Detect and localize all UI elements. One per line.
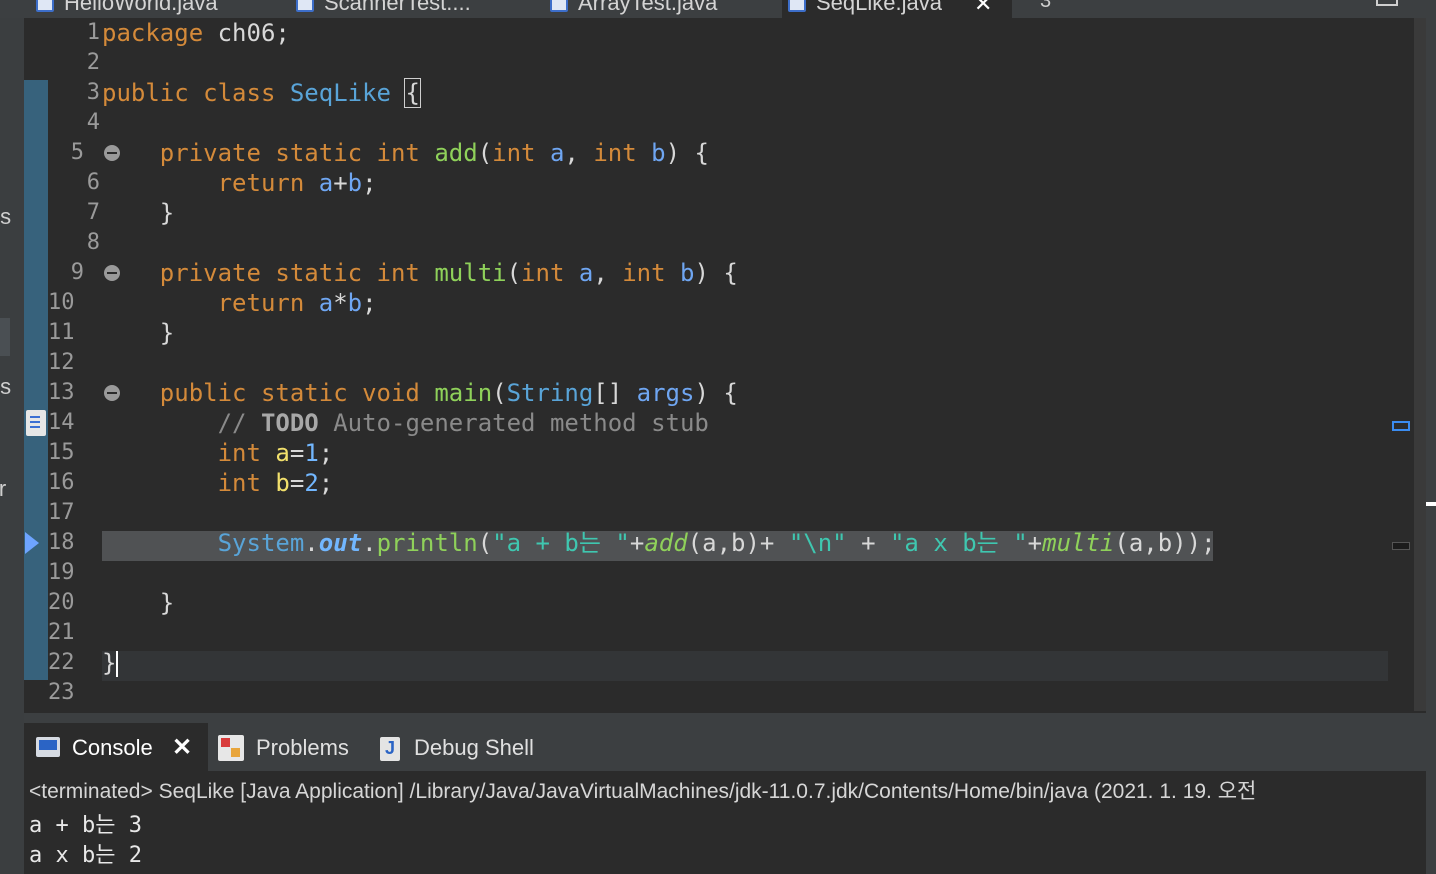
- line-number: 16: [48, 470, 75, 495]
- editor-tab-bar: HelloWorld.java ScannerTest.... ArrayTes…: [0, 0, 1436, 21]
- task-annotation-marker[interactable]: [1392, 421, 1410, 431]
- code-line-1: package ch06;: [102, 19, 290, 47]
- occurrence-annotation-marker[interactable]: [1392, 542, 1410, 550]
- left-panel-selection: [0, 318, 10, 356]
- cursor-line-highlight: [102, 651, 1388, 681]
- tab-debug-shell[interactable]: Debug Shell: [376, 723, 556, 771]
- console-output-line: a + b는 3: [29, 813, 142, 838]
- tab-console-label: Console: [72, 735, 153, 760]
- line-number: 12: [48, 350, 75, 375]
- tab-console[interactable]: Console ✕: [24, 723, 208, 771]
- code-line-11: }: [159, 319, 175, 347]
- left-panel-fragment: ): [0, 134, 1, 160]
- debug-current-line-icon: [25, 532, 39, 554]
- tab-label: ArrayTest.java: [578, 0, 718, 15]
- code-line-20: }: [159, 589, 175, 617]
- tab-debug-shell-label: Debug Shell: [414, 735, 534, 760]
- line-number: 10: [48, 290, 75, 315]
- scope-range-indicator: [24, 80, 48, 680]
- java-file-icon: [550, 0, 568, 12]
- problems-icon: [218, 735, 244, 761]
- line-number: 13: [48, 380, 75, 405]
- console-output-line: a x b는 2: [29, 843, 142, 868]
- tab-problems-label: Problems: [256, 735, 349, 760]
- line-number: 9: [70, 260, 84, 285]
- editor-vertical-scrollbar[interactable]: [1414, 18, 1426, 711]
- java-file-icon: [788, 0, 806, 12]
- code-line-15: int a=1;: [217, 439, 334, 467]
- task-marker-icon[interactable]: [26, 410, 46, 436]
- line-number: 6: [86, 170, 100, 195]
- text-cursor: [116, 651, 119, 677]
- code-line-22: }: [102, 649, 119, 677]
- java-file-icon: [36, 0, 54, 12]
- tab-label: ScannerTest....: [324, 0, 471, 15]
- line-number: 18: [48, 530, 75, 555]
- view-tab-bar: Console ✕ Problems Debug Shell: [24, 713, 1426, 771]
- tab-problems[interactable]: Problems: [208, 723, 362, 771]
- line-number: 8: [86, 230, 100, 255]
- left-panel-fragment: ts: [0, 204, 12, 229]
- tab-label: HelloWorld.java: [64, 0, 218, 15]
- code-line-5: private static int add(int a, int b) {: [159, 139, 709, 167]
- line-number: 21: [48, 620, 75, 645]
- line-number: 17: [48, 500, 75, 525]
- line-number: 11: [48, 320, 75, 345]
- console-icon: [36, 737, 60, 757]
- tab-overflow-count[interactable]: 3: [1040, 0, 1051, 13]
- left-panel-fragment: ts: [0, 374, 12, 399]
- code-editor[interactable]: 1 2 3 4 5 6 7 8 9 10 11 12 13 14 15 16 1…: [24, 18, 1414, 711]
- line-number: 14: [48, 410, 75, 435]
- line-number: 19: [48, 560, 75, 585]
- code-line-6: return a+b;: [217, 169, 377, 197]
- line-number: 5: [70, 140, 84, 165]
- code-line-18: System.out.println("a + b는 "+add(a,b)+ "…: [217, 529, 1216, 557]
- line-number: 1: [86, 20, 100, 45]
- tab-label: SeqLike.java: [816, 0, 942, 15]
- tab-arraytest[interactable]: ArrayTest.java: [544, 0, 764, 18]
- line-number: 4: [86, 110, 100, 135]
- line-number: 15: [48, 440, 75, 465]
- code-text-area[interactable]: package ch06; public class SeqLike { pri…: [102, 18, 1412, 711]
- code-line-10: return a*b;: [217, 289, 377, 317]
- code-line-9: private static int multi(int a, int b) {: [159, 259, 738, 287]
- left-panel-fragment: ir: [0, 476, 7, 501]
- left-side-panel: ) ts ) ts ir: [0, 18, 24, 874]
- maximize-icon[interactable]: [1376, 0, 1398, 6]
- line-number: 2: [86, 50, 100, 75]
- java-file-icon: [296, 0, 314, 12]
- console-process-status: <terminated> SeqLike [Java Application] …: [29, 780, 1257, 803]
- line-number: 3: [86, 80, 100, 105]
- close-icon[interactable]: ✕: [172, 733, 192, 762]
- code-line-13: public static void main(String[] args) {: [159, 379, 738, 407]
- code-line-7: }: [159, 199, 175, 227]
- code-line-3: public class SeqLike {: [102, 78, 421, 108]
- debug-shell-icon: [380, 737, 400, 761]
- console-view: Console ✕ Problems Debug Shell <terminat…: [24, 713, 1426, 874]
- tab-helloworld[interactable]: HelloWorld.java: [30, 0, 250, 18]
- close-icon[interactable]: ✕: [974, 0, 992, 17]
- left-panel-fragment: ): [0, 306, 1, 332]
- line-number-gutter[interactable]: 1 2 3 4 5 6 7 8 9 10 11 12 13 14 15 16 1…: [48, 18, 120, 711]
- code-line-16: int b=2;: [217, 469, 334, 497]
- line-number: 20: [48, 590, 75, 615]
- right-panel-marker: [1426, 502, 1436, 506]
- line-number: 23: [48, 680, 75, 705]
- right-side-panel: [1426, 18, 1436, 874]
- tab-scannertest[interactable]: ScannerTest....: [290, 0, 520, 18]
- code-line-14: // TODO Auto-generated method stub: [217, 409, 709, 437]
- line-number: 22: [48, 650, 75, 675]
- line-number: 7: [86, 200, 100, 225]
